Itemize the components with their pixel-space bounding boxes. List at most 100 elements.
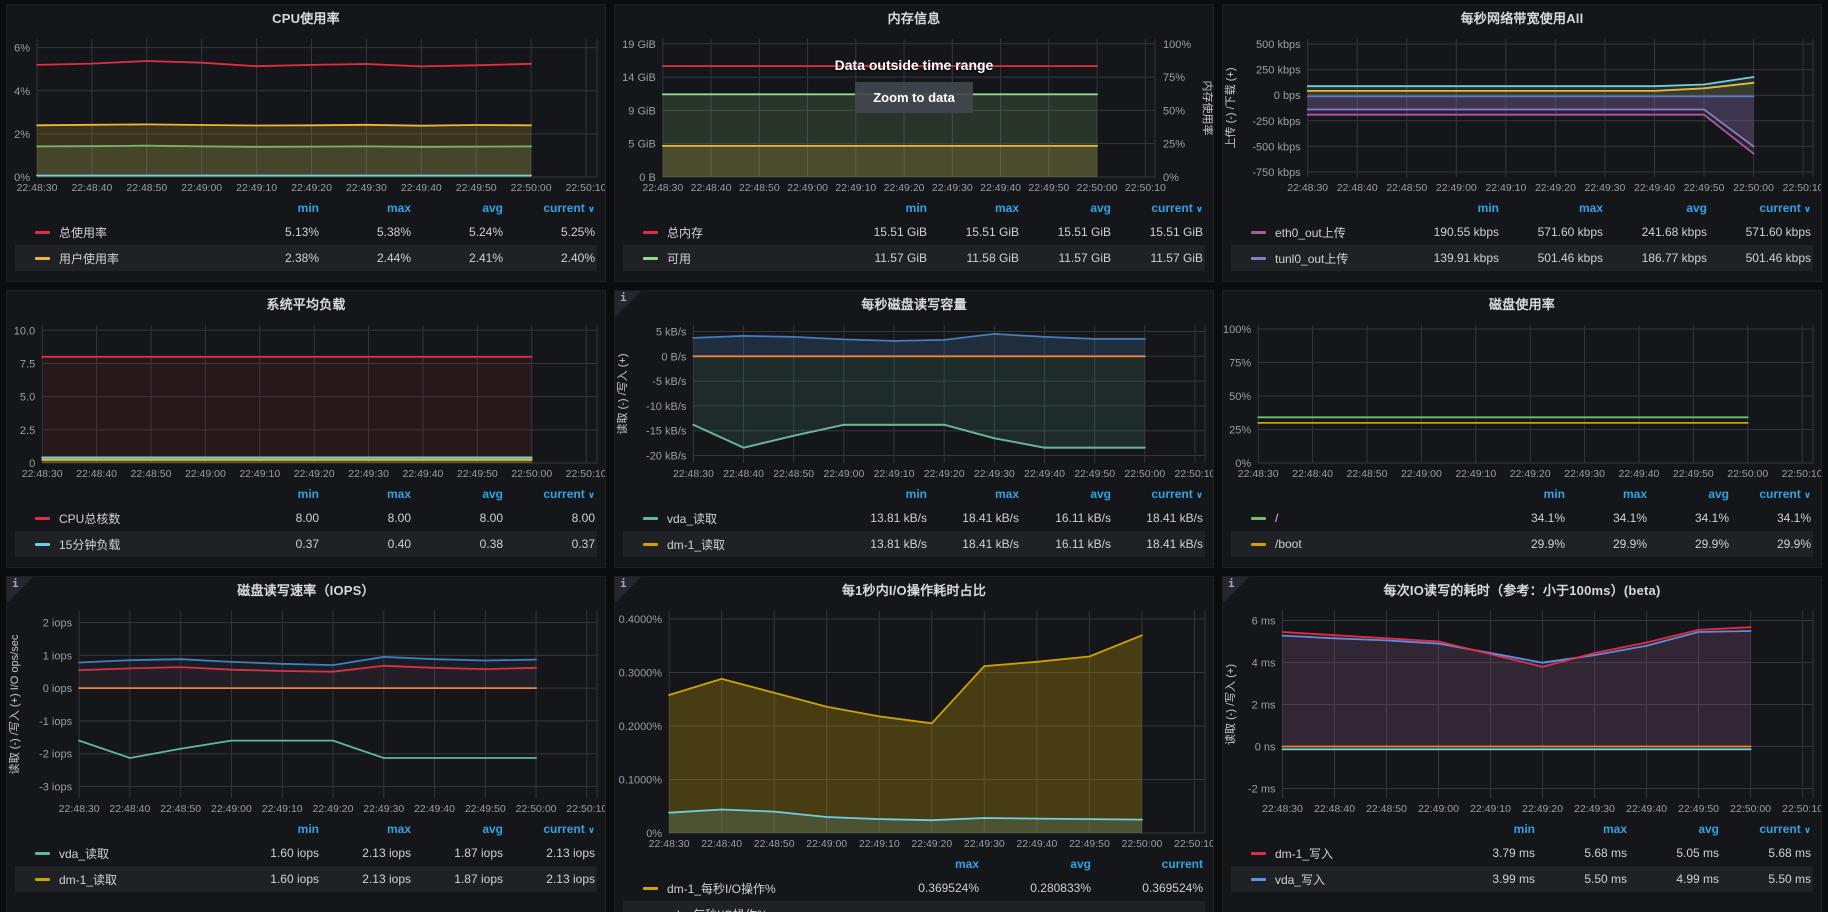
legend-column-label: current	[1151, 487, 1192, 501]
chart-area-disk-iops[interactable]: 2 iops1 iops0 iops-1 iops-2 iops-3 iops读…	[7, 601, 605, 816]
legend-column-current[interactable]: current∨	[503, 487, 595, 501]
legend-column-current[interactable]: current∨	[1707, 201, 1811, 215]
legend-column-current[interactable]: current∨	[1719, 822, 1811, 836]
panel-header-system-load[interactable]: 系统平均负载	[7, 291, 605, 315]
legend-column-avg[interactable]: avg	[411, 487, 503, 501]
x-tick-label: 22:49:20	[1510, 468, 1551, 480]
legend-value: 5.24%	[411, 225, 503, 239]
panel-header-memory-info[interactable]: 内存信息	[615, 5, 1213, 29]
x-tick-label: 22:49:40	[1024, 468, 1065, 480]
legend-column-max[interactable]: max	[1535, 822, 1627, 836]
legend-series-toggle[interactable]: CPU总核数	[35, 510, 227, 527]
legend-column-min[interactable]: min	[835, 487, 927, 501]
legend-value: 0.369524%	[1091, 881, 1203, 895]
legend-column-current[interactable]: current∨	[1729, 487, 1811, 501]
legend-column-min[interactable]: min	[227, 822, 319, 836]
panel-info-icon[interactable]: i	[615, 291, 641, 317]
panel-disk-rw-bytes: 每秒磁盘读写容量 5 kB/s0 B/s-5 kB/s-10 kB/s-15 k…	[614, 290, 1214, 568]
legend-column-min[interactable]: min	[1483, 487, 1565, 501]
chart-area-cpu-usage[interactable]: 0%2%4%6%22:48:3022:48:4022:48:5022:49:00…	[7, 29, 605, 195]
chart-svg[interactable]: 0%25%50%75%100%22:48:3022:48:4022:48:502…	[1223, 315, 1821, 481]
panel-info-icon[interactable]: i	[1223, 577, 1249, 603]
legend-column-min[interactable]: min	[1443, 822, 1535, 836]
legend-column-current[interactable]: current∨	[503, 822, 595, 836]
chart-svg[interactable]: 0%0.1000%0.2000%0.3000%0.4000%22:48:3022…	[615, 601, 1213, 851]
zoom-to-data-button[interactable]: Zoom to data	[855, 82, 973, 113]
chart-area-io-time-percent[interactable]: 0%0.1000%0.2000%0.3000%0.4000%22:48:3022…	[615, 601, 1213, 851]
chart-svg[interactable]: 2 iops1 iops0 iops-1 iops-2 iops-3 iops读…	[7, 601, 605, 816]
x-tick-label: 22:48:40	[691, 182, 732, 194]
legend-series-toggle[interactable]: 用户使用率	[35, 250, 227, 267]
legend-column-min[interactable]: min	[227, 487, 319, 501]
chart-area-disk-usage[interactable]: 0%25%50%75%100%22:48:3022:48:4022:48:502…	[1223, 315, 1821, 481]
legend-column-max[interactable]: max	[927, 201, 1019, 215]
panel-info-icon[interactable]: i	[615, 577, 641, 603]
legend-series-toggle[interactable]: 总内存	[643, 224, 835, 241]
legend-column-max[interactable]: max	[319, 822, 411, 836]
legend-series-toggle[interactable]: dm-1_读取	[35, 871, 227, 888]
legend-series-toggle[interactable]: 可用	[643, 250, 835, 267]
legend-column-label: current	[1759, 487, 1800, 501]
legend-series-toggle[interactable]: dm-1_每秒I/O操作%	[643, 880, 867, 897]
legend-series-toggle[interactable]: vda_写入	[1251, 871, 1443, 888]
legend-series-toggle[interactable]: dm-1_写入	[1251, 845, 1443, 862]
legend-column-avg[interactable]: avg	[1019, 487, 1111, 501]
panel-title: 磁盘读写速率（IOPS）	[237, 580, 374, 599]
panel-header-network-bandwidth[interactable]: 每秒网络带宽使用All	[1223, 5, 1821, 29]
legend-column-max[interactable]: max	[1499, 201, 1603, 215]
legend-column-avg[interactable]: avg	[411, 822, 503, 836]
chart-svg[interactable]: 0%2%4%6%22:48:3022:48:4022:48:5022:49:00…	[7, 29, 605, 195]
legend-column-avg[interactable]: avg	[1019, 201, 1111, 215]
legend-series-toggle[interactable]: dm-1_读取	[643, 536, 835, 553]
legend-column-avg[interactable]: avg	[1627, 822, 1719, 836]
panel-header-cpu-usage[interactable]: CPU使用率	[7, 5, 605, 29]
legend-column-max[interactable]: max	[319, 487, 411, 501]
x-tick-label: 22:50:00	[511, 468, 552, 480]
legend-column-min[interactable]: min	[227, 201, 319, 215]
legend-column-current[interactable]: current∨	[1111, 201, 1203, 215]
legend-series-toggle[interactable]: /	[1251, 511, 1483, 525]
legend-column-avg[interactable]: avg	[1603, 201, 1707, 215]
legend-value: 2.13 iops	[503, 846, 595, 860]
panel-header-io-time-percent[interactable]: 每1秒内I/O操作耗时占比	[615, 577, 1213, 601]
legend-column-current[interactable]: current∨	[503, 201, 595, 215]
legend-column-max[interactable]: max	[927, 487, 1019, 501]
chart-area-disk-rw-bytes[interactable]: 5 kB/s0 B/s-5 kB/s-10 kB/s-15 kB/s-20 kB…	[615, 315, 1213, 481]
legend-series-toggle[interactable]: 总使用率	[35, 224, 227, 241]
legend-column-max[interactable]: max	[867, 857, 979, 871]
legend-row: tunl0_out上传139.91 kbps501.46 kbps186.77 …	[1231, 245, 1813, 271]
chart-area-network-bandwidth[interactable]: 500 kbps250 kbps0 bps-250 kbps-500 kbps-…	[1223, 29, 1821, 195]
panel-header-disk-rw-bytes[interactable]: 每秒磁盘读写容量	[615, 291, 1213, 315]
y-tick-label: 0 ns	[1255, 742, 1276, 754]
chart-area-system-load[interactable]: 02.55.07.510.022:48:3022:48:4022:48:5022…	[7, 315, 605, 481]
legend-header: minmaxavgcurrent∨	[623, 483, 1205, 505]
legend-column-avg[interactable]: avg	[411, 201, 503, 215]
chart-svg[interactable]: 02.55.07.510.022:48:3022:48:4022:48:5022…	[7, 315, 605, 481]
panel-header-disk-iops[interactable]: 磁盘读写速率（IOPS）	[7, 577, 605, 601]
legend-column-max[interactable]: max	[319, 201, 411, 215]
legend-column-current[interactable]: current	[1091, 857, 1203, 871]
chart-svg[interactable]: 500 kbps250 kbps0 bps-250 kbps-500 kbps-…	[1223, 29, 1821, 195]
y-tick-label: -500 kbps	[1252, 141, 1301, 153]
chart-svg[interactable]: 5 kB/s0 B/s-5 kB/s-10 kB/s-15 kB/s-20 kB…	[615, 315, 1213, 481]
legend-series-toggle[interactable]: tunl0_out上传	[1251, 250, 1395, 267]
panel-header-disk-usage[interactable]: 磁盘使用率	[1223, 291, 1821, 315]
legend-column-avg[interactable]: avg	[1647, 487, 1729, 501]
legend-series-toggle[interactable]: /boot	[1251, 537, 1483, 551]
legend-column-max[interactable]: max	[1565, 487, 1647, 501]
chart-area-memory-info[interactable]: Data outside time rangeZoom to data0 B5 …	[615, 29, 1213, 195]
legend-column-min[interactable]: min	[1395, 201, 1499, 215]
panel-info-icon[interactable]: i	[7, 577, 33, 603]
legend-series-toggle[interactable]: eth0_out上传	[1251, 224, 1395, 241]
legend-column-avg[interactable]: avg	[979, 857, 1091, 871]
legend-series-toggle[interactable]: vda_读取	[35, 845, 227, 862]
legend-series-toggle[interactable]: 15分钟负载	[35, 536, 227, 553]
legend-column-current[interactable]: current∨	[1111, 487, 1203, 501]
legend-column-label: min	[906, 487, 927, 501]
legend-column-min[interactable]: min	[835, 201, 927, 215]
chart-svg[interactable]: 6 ms4 ms2 ms0 ns-2 ms读取 (-) /写入 (+)22:48…	[1223, 601, 1821, 816]
panel-header-io-latency[interactable]: 每次IO读写的耗时（参考：小于100ms）(beta)	[1223, 577, 1821, 601]
legend-series-toggle[interactable]: vda_读取	[643, 510, 835, 527]
chart-area-io-latency[interactable]: 6 ms4 ms2 ms0 ns-2 ms读取 (-) /写入 (+)22:48…	[1223, 601, 1821, 816]
legend-series-toggle[interactable]: vda_每秒I/O操作%	[643, 906, 867, 912]
